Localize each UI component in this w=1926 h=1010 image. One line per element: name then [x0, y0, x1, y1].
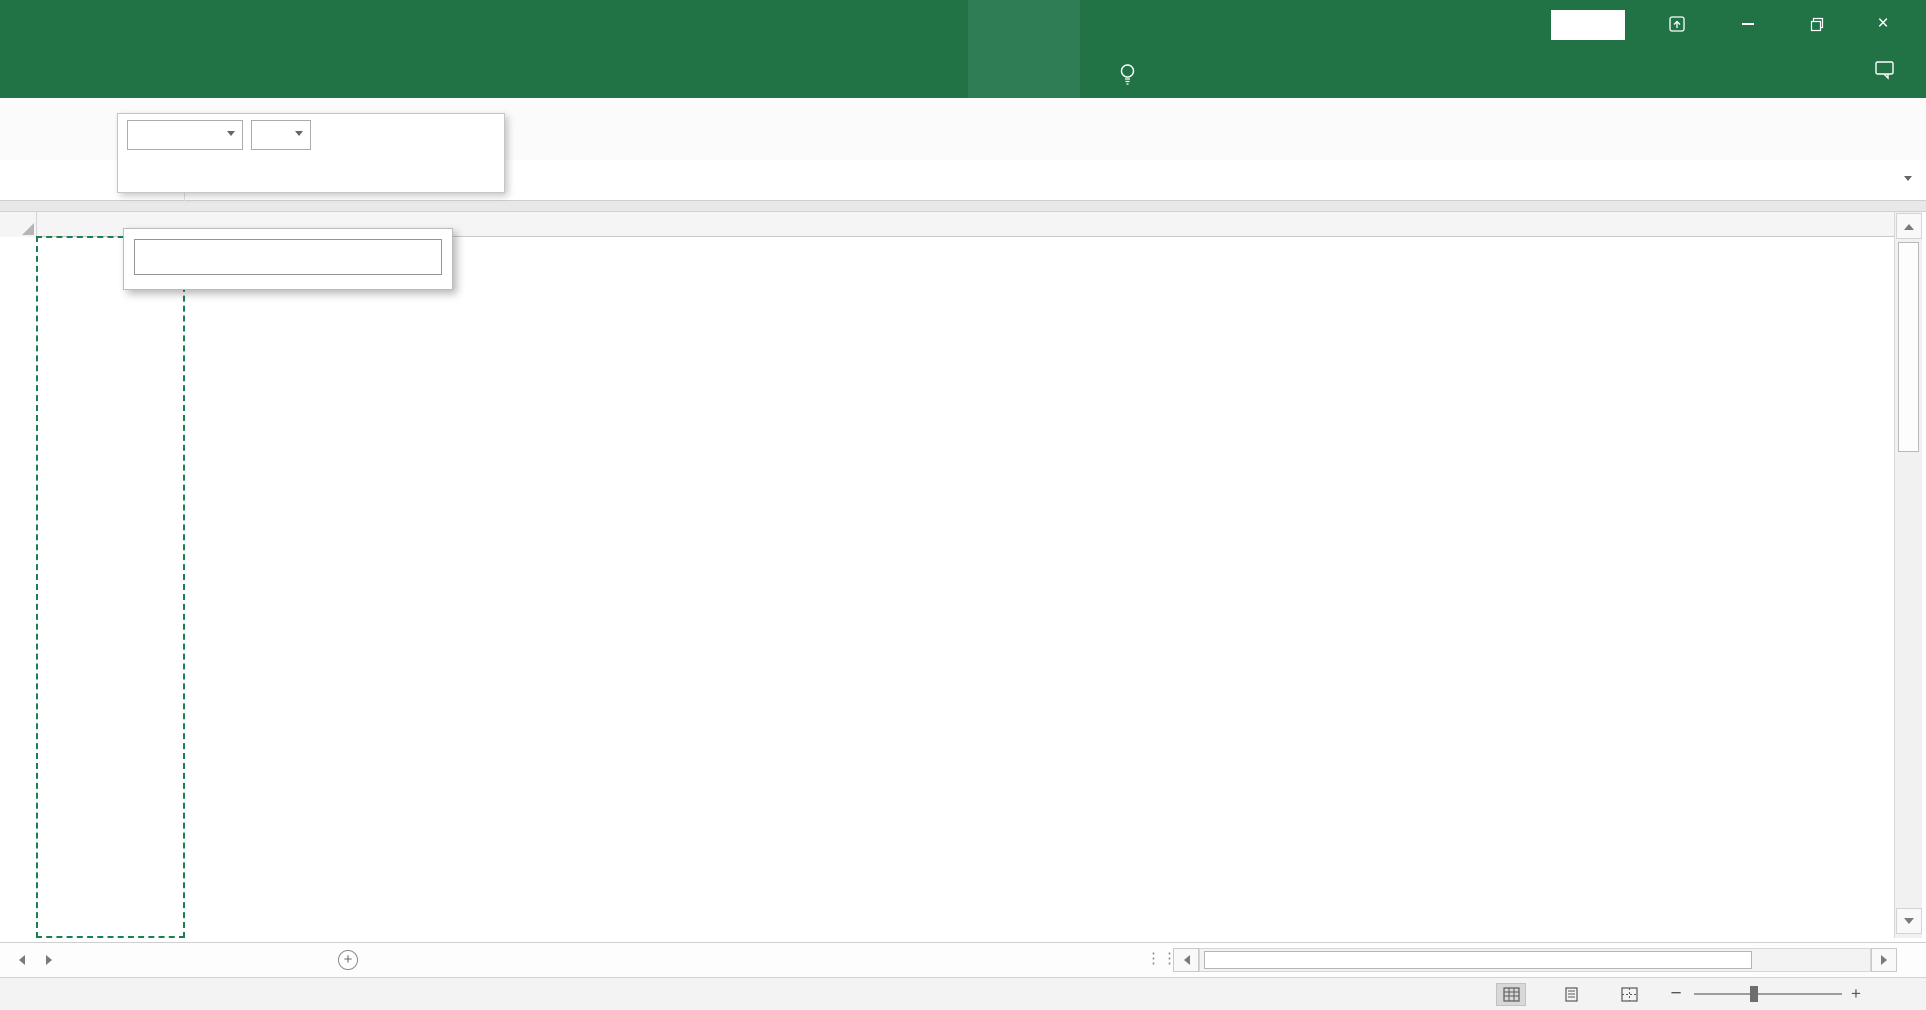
font-name-select[interactable] — [127, 120, 243, 150]
horizontal-scrollbar-thumb[interactable] — [1204, 951, 1752, 969]
mini-toolbar-row-2 — [118, 154, 504, 192]
close-button[interactable]: × — [1867, 8, 1899, 40]
zoom-slider[interactable] — [1694, 993, 1842, 995]
vertical-scrollbar-thumb[interactable] — [1898, 242, 1919, 452]
top-band: × — [0, 0, 1926, 98]
tab-scroll-right-icon[interactable] — [46, 955, 57, 965]
chevron-down-icon — [295, 131, 303, 140]
mini-toolbar-row-1 — [118, 116, 504, 154]
tell-me-box[interactable] — [1118, 49, 1146, 98]
restore-button[interactable] — [1801, 8, 1833, 40]
minimize-icon — [1742, 23, 1754, 25]
scroll-left-icon[interactable] — [1173, 948, 1199, 972]
tab-scroll-left-icon[interactable] — [14, 955, 25, 965]
comments-icon[interactable] — [1874, 60, 1895, 85]
vertical-scrollbar[interactable] — [1894, 212, 1922, 938]
font-size-select[interactable] — [251, 120, 311, 150]
tab-table-design[interactable] — [968, 49, 1080, 98]
close-icon: × — [1877, 13, 1888, 35]
scroll-down-icon[interactable] — [1896, 908, 1922, 934]
menu-search-input[interactable] — [134, 239, 442, 275]
chevron-down-icon — [227, 131, 235, 140]
restore-icon — [1809, 16, 1825, 32]
title-bar: × — [0, 0, 1926, 49]
lightbulb-icon — [1118, 62, 1137, 86]
scroll-right-icon[interactable] — [1871, 948, 1897, 972]
zoom-in-button[interactable]: + — [1846, 978, 1866, 1010]
horizontal-scrollbar[interactable] — [1199, 948, 1871, 972]
page-break-view-icon[interactable] — [1614, 983, 1644, 1006]
zoom-out-button[interactable]: − — [1666, 978, 1686, 1010]
zoom-slider-thumb[interactable] — [1750, 986, 1758, 1002]
copy-marquee-selection — [36, 236, 185, 938]
divider — [0, 201, 1926, 212]
page-layout-view-icon[interactable] — [1556, 983, 1586, 1006]
scroll-up-icon[interactable] — [1896, 213, 1922, 239]
sign-in-button[interactable] — [1551, 10, 1625, 40]
worksheet-grid — [0, 212, 1926, 942]
normal-view-icon[interactable] — [1496, 983, 1526, 1006]
sheet-tab-bar: + ⋮⋮ — [0, 942, 1926, 977]
ribbon-tabs — [0, 49, 1926, 98]
status-bar: − + — [0, 977, 1926, 1010]
select-all-corner[interactable] — [0, 212, 37, 237]
ribbon-display-options-icon[interactable] — [1661, 8, 1693, 40]
new-sheet-icon[interactable]: + — [338, 950, 358, 970]
minimize-button[interactable] — [1732, 8, 1764, 40]
formula-bar-expand-icon[interactable] — [1904, 176, 1912, 185]
mini-toolbar — [117, 113, 505, 193]
context-menu — [123, 228, 453, 290]
